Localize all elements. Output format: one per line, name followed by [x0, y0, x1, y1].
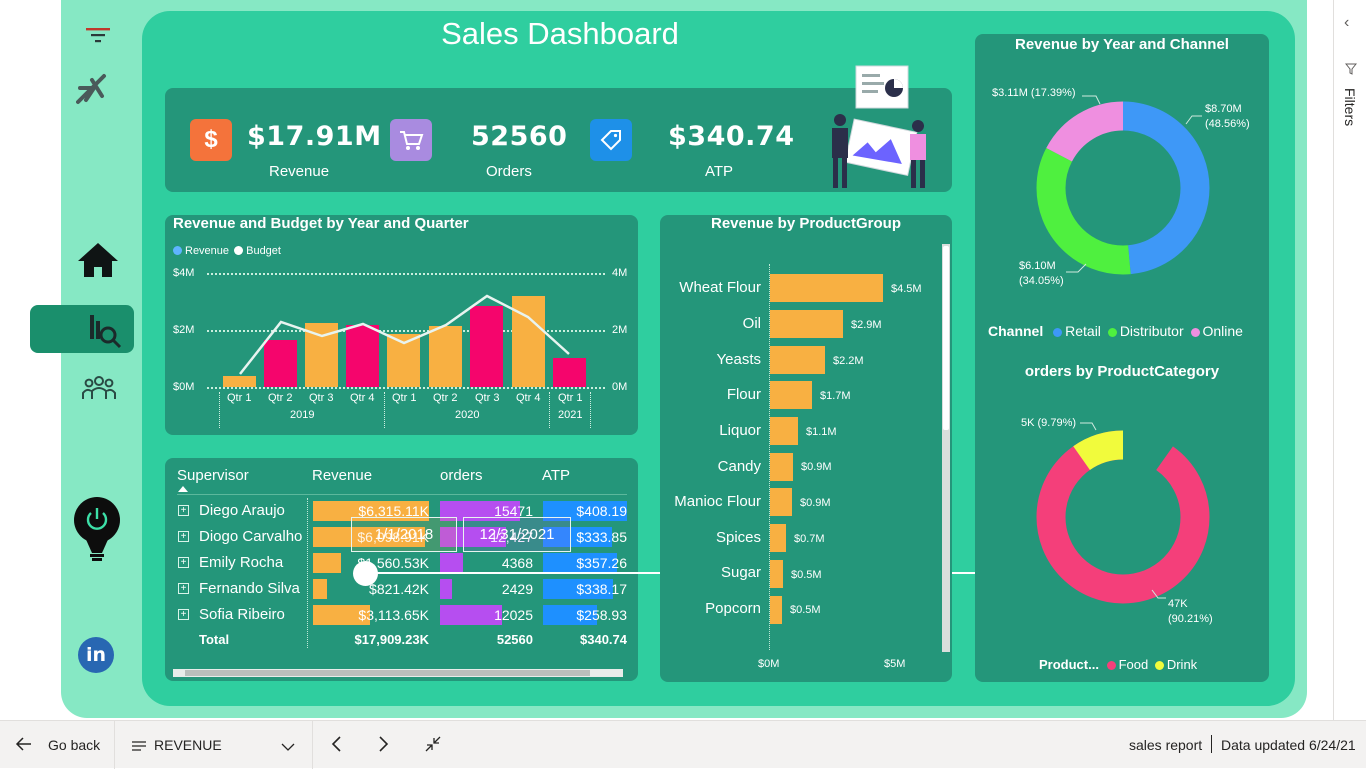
bottom-bar: Go back REVENUE sales report Data update…: [0, 720, 1366, 769]
separator: [1211, 735, 1212, 753]
legend-online: Online: [1202, 323, 1243, 339]
category-legend-title: Product...: [1039, 657, 1099, 672]
channel-leader-lines: [1066, 95, 1202, 273]
legend-food: Food: [1118, 657, 1149, 672]
previous-page-icon[interactable]: [330, 735, 342, 758]
category-leader-lines: [1080, 422, 1166, 599]
legend-drink: Drink: [1166, 657, 1198, 672]
chevron-down-icon[interactable]: [281, 739, 295, 757]
category-chart-title: orders by ProductCategory: [1024, 363, 1220, 380]
product-label: Oil: [742, 315, 761, 332]
total-atp: $340.74: [580, 632, 627, 647]
data-updated: Data updated 6/24/21: [1221, 737, 1356, 753]
product-value: $2.2M: [833, 355, 864, 367]
total-label: Total: [199, 632, 230, 647]
filters-label[interactable]: Filters: [1342, 88, 1358, 126]
channel-legend-title: Channel: [988, 323, 1044, 339]
back-arrow-icon[interactable]: [14, 734, 34, 759]
product-bar: [770, 346, 825, 374]
next-page-icon[interactable]: [378, 735, 390, 758]
legend-retail: Retail: [1065, 323, 1101, 339]
page-list-icon: [132, 739, 146, 757]
total-row: Total $17,909.23K 52560 $340.74: [165, 628, 638, 652]
channel-legend: Channel Retail Distributor Online: [988, 323, 1243, 339]
separator: [312, 721, 313, 769]
collapse-arrows-icon[interactable]: [424, 735, 442, 758]
category-legend: Product... Food Drink: [1039, 657, 1197, 672]
report-canvas: in Sales Dashboard $ $17.91M Revenue 525…: [0, 0, 1366, 768]
total-revenue: $17,909.23K: [354, 632, 429, 647]
collapse-chevron-icon[interactable]: ‹: [1344, 14, 1349, 32]
scrollbar-thumb[interactable]: [185, 670, 590, 676]
report-name: sales report: [1129, 737, 1203, 753]
total-orders: 52560: [496, 632, 533, 647]
axis-tick-0m: $0M: [758, 658, 780, 670]
linkedin-icon[interactable]: in: [78, 637, 114, 673]
horizontal-scrollbar[interactable]: [173, 669, 623, 677]
product-label: Yeasts: [716, 351, 761, 368]
legend-distributor: Distributor: [1119, 323, 1184, 339]
product-bar: [770, 310, 843, 338]
go-back-button[interactable]: Go back: [48, 737, 100, 753]
filters-pane[interactable]: ‹ Filters: [1333, 0, 1366, 720]
product-value: $2.9M: [851, 319, 882, 331]
filter-funnel-icon: [1344, 62, 1358, 80]
page-selector[interactable]: REVENUE: [154, 737, 222, 753]
axis-tick-5m: $5M: [884, 658, 906, 670]
separator: [114, 721, 115, 769]
